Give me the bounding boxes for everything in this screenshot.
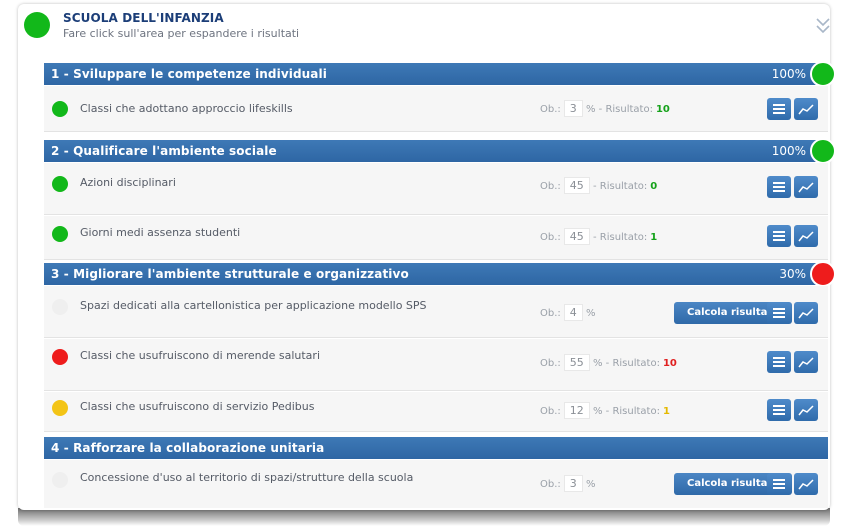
indicator-row[interactable]: Azioni disciplinari Ob.: 45 - Risultato: 0 xyxy=(44,163,828,215)
chart-icon[interactable] xyxy=(794,473,818,495)
list-icon[interactable] xyxy=(767,225,791,247)
list-icon[interactable] xyxy=(767,176,791,198)
result-value: 0 xyxy=(650,181,658,192)
section-1-header[interactable]: 1 - Sviluppare le competenze individuali… xyxy=(44,63,828,85)
section-title: 4 - Rafforzare la collaborazione unitari… xyxy=(51,441,325,455)
indicator-label: Classi che usufruiscono di servizio Pedi… xyxy=(80,400,315,413)
panel-shadow xyxy=(18,508,830,526)
section-title: 2 - Qualificare l'ambiente sociale xyxy=(51,144,277,158)
objective-value-wrap: Ob.: 3 % xyxy=(540,475,596,492)
objective-result: Ob.: 55 % - Risultato: 10 xyxy=(540,354,677,371)
indicator-row[interactable]: Giorni medi assenza studenti Ob.: 45 - Ri… xyxy=(44,216,828,260)
section-2-header[interactable]: 2 - Qualificare l'ambiente sociale 100% xyxy=(44,140,828,162)
objective-value: 3 xyxy=(563,475,583,492)
indicator-row[interactable]: Classi che usufruiscono di servizio Pedi… xyxy=(44,392,828,432)
section-title: 3 - Migliorare l'ambiente strutturale e … xyxy=(51,267,409,281)
indicator-label: Concessione d'uso al territorio di spazi… xyxy=(80,471,414,484)
result-value: 1 xyxy=(662,406,670,417)
row-status-indicator xyxy=(52,101,68,117)
chart-icon[interactable] xyxy=(794,302,818,324)
section-4-header[interactable]: 4 - Rafforzare la collaborazione unitari… xyxy=(44,437,828,459)
objective-value: 45 xyxy=(563,228,590,245)
section-percent: 30% xyxy=(779,267,806,281)
section-status-indicator xyxy=(810,138,836,164)
list-icon[interactable] xyxy=(767,351,791,373)
indicator-row[interactable]: Spazi dedicati alla cartellonistica per … xyxy=(44,286,828,338)
row-status-indicator xyxy=(52,226,68,242)
school-title: SCUOLA DELL'INFANZIA xyxy=(63,11,224,25)
indicator-label: Spazi dedicati alla cartellonistica per … xyxy=(80,299,427,312)
list-icon[interactable] xyxy=(767,399,791,421)
section-status-indicator xyxy=(810,61,836,87)
indicator-label: Classi che adottano approccio lifeskills xyxy=(80,102,293,115)
overall-status-indicator xyxy=(24,12,50,38)
indicator-label: Giorni medi assenza studenti xyxy=(80,226,241,239)
indicator-row[interactable]: Classi che usufruiscono di merende salut… xyxy=(44,339,828,391)
result-value: 10 xyxy=(655,104,670,115)
section-status-indicator xyxy=(810,261,836,287)
objective-value: 4 xyxy=(563,304,583,321)
objective-result: Ob.: 45 - Risultato: 1 xyxy=(540,228,658,245)
list-icon[interactable] xyxy=(767,302,791,324)
objective-value-wrap: Ob.: 4 % xyxy=(540,304,596,321)
chart-icon[interactable] xyxy=(794,225,818,247)
row-status-indicator xyxy=(52,299,68,315)
indicator-row[interactable]: Classi che adottano approccio lifeskills… xyxy=(44,86,828,132)
objective-result: Ob.: 45 - Risultato: 0 xyxy=(540,177,658,194)
result-value: 10 xyxy=(662,358,677,369)
list-icon[interactable] xyxy=(767,98,791,120)
section-percent: 100% xyxy=(771,67,806,81)
chart-icon[interactable] xyxy=(794,399,818,421)
chevron-double-down-icon[interactable] xyxy=(814,16,832,36)
indicator-label: Classi che usufruiscono di merende salut… xyxy=(80,349,320,362)
row-status-indicator xyxy=(52,349,68,365)
objective-value: 45 xyxy=(563,177,590,194)
section-title: 1 - Sviluppare le competenze individuali xyxy=(51,67,327,81)
objective-value: 12 xyxy=(563,402,590,419)
chart-icon[interactable] xyxy=(794,176,818,198)
objective-value: 55 xyxy=(563,354,590,371)
section-percent: 100% xyxy=(771,144,806,158)
indicator-label: Azioni disciplinari xyxy=(80,176,176,189)
list-icon[interactable] xyxy=(767,473,791,495)
row-status-indicator xyxy=(52,400,68,416)
section-3-header[interactable]: 3 - Migliorare l'ambiente strutturale e … xyxy=(44,263,828,285)
chart-icon[interactable] xyxy=(794,351,818,373)
objective-value: 3 xyxy=(563,100,583,117)
indicator-row[interactable]: Concessione d'uso al territorio di spazi… xyxy=(44,460,828,508)
row-status-indicator xyxy=(52,176,68,192)
row-status-indicator xyxy=(52,472,68,488)
chart-icon[interactable] xyxy=(794,98,818,120)
result-value: 1 xyxy=(650,232,658,243)
objective-result: Ob.: 3 % - Risultato: 10 xyxy=(540,100,670,117)
objective-result: Ob.: 12 % - Risultato: 1 xyxy=(540,402,670,419)
expand-hint: Fare click sull'area per espandere i ris… xyxy=(63,27,300,40)
